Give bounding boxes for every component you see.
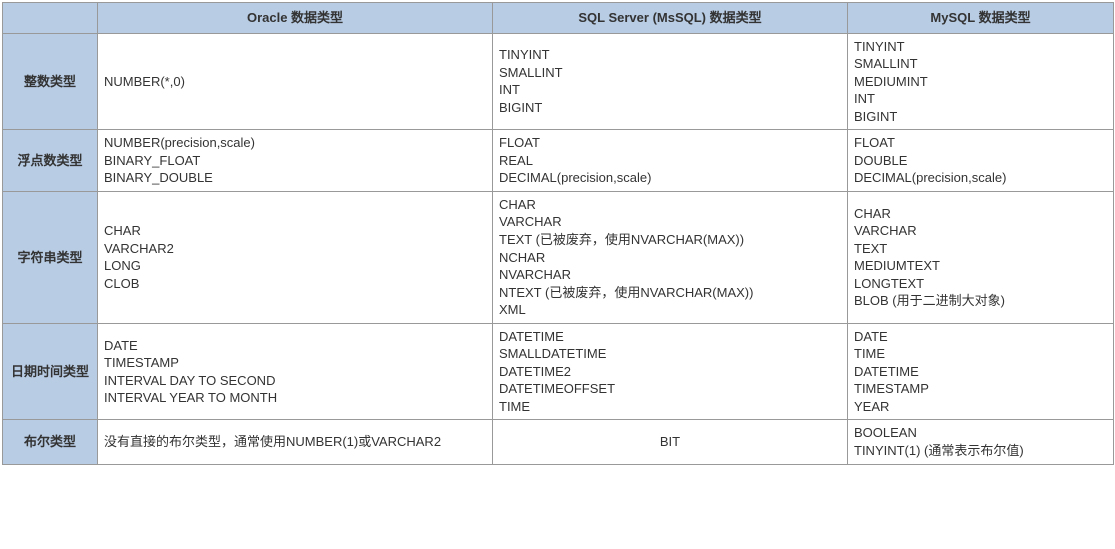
row-label-datetime: 日期时间类型 xyxy=(3,323,98,420)
cell-mssql-integer: TINYINT SMALLINT INT BIGINT xyxy=(493,33,848,130)
table-row: 日期时间类型 DATE TIMESTAMP INTERVAL DAY TO SE… xyxy=(3,323,1114,420)
header-mysql: MySQL 数据类型 xyxy=(848,3,1114,34)
cell-mysql-float: FLOAT DOUBLE DECIMAL(precision,scale) xyxy=(848,130,1114,192)
cell-oracle-float: NUMBER(precision,scale) BINARY_FLOAT BIN… xyxy=(98,130,493,192)
row-label-boolean: 布尔类型 xyxy=(3,420,98,464)
header-row: Oracle 数据类型 SQL Server (MsSQL) 数据类型 MySQ… xyxy=(3,3,1114,34)
table-row: 整数类型 NUMBER(*,0) TINYINT SMALLINT INT BI… xyxy=(3,33,1114,130)
cell-mssql-float: FLOAT REAL DECIMAL(precision,scale) xyxy=(493,130,848,192)
cell-mysql-string: CHAR VARCHAR TEXT MEDIUMTEXT LONGTEXT BL… xyxy=(848,191,1114,323)
cell-mysql-integer: TINYINT SMALLINT MEDIUMINT INT BIGINT xyxy=(848,33,1114,130)
row-label-float: 浮点数类型 xyxy=(3,130,98,192)
header-oracle: Oracle 数据类型 xyxy=(98,3,493,34)
cell-oracle-string: CHAR VARCHAR2 LONG CLOB xyxy=(98,191,493,323)
row-label-integer: 整数类型 xyxy=(3,33,98,130)
cell-oracle-integer: NUMBER(*,0) xyxy=(98,33,493,130)
corner-cell xyxy=(3,3,98,34)
cell-oracle-boolean: 没有直接的布尔类型，通常使用NUMBER(1)或VARCHAR2 xyxy=(98,420,493,464)
row-label-string: 字符串类型 xyxy=(3,191,98,323)
cell-mysql-datetime: DATE TIME DATETIME TIMESTAMP YEAR xyxy=(848,323,1114,420)
header-mssql: SQL Server (MsSQL) 数据类型 xyxy=(493,3,848,34)
table-row: 布尔类型 没有直接的布尔类型，通常使用NUMBER(1)或VARCHAR2 BI… xyxy=(3,420,1114,464)
cell-mssql-datetime: DATETIME SMALLDATETIME DATETIME2 DATETIM… xyxy=(493,323,848,420)
cell-mssql-boolean: BIT xyxy=(493,420,848,464)
table-row: 字符串类型 CHAR VARCHAR2 LONG CLOB CHAR VARCH… xyxy=(3,191,1114,323)
datatype-comparison-table: Oracle 数据类型 SQL Server (MsSQL) 数据类型 MySQ… xyxy=(2,2,1114,465)
cell-mysql-boolean: BOOLEAN TINYINT(1) (通常表示布尔值) xyxy=(848,420,1114,464)
table-row: 浮点数类型 NUMBER(precision,scale) BINARY_FLO… xyxy=(3,130,1114,192)
cell-mssql-string: CHAR VARCHAR TEXT (已被废弃，使用NVARCHAR(MAX))… xyxy=(493,191,848,323)
cell-oracle-datetime: DATE TIMESTAMP INTERVAL DAY TO SECOND IN… xyxy=(98,323,493,420)
